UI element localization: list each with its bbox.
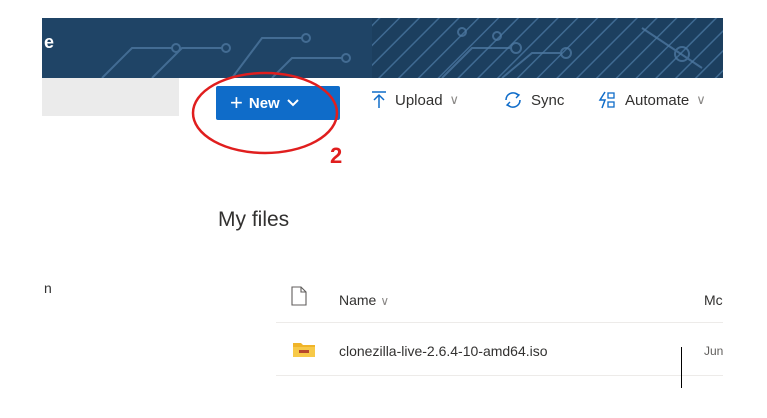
column-header-name-label: Name — [339, 292, 377, 308]
sync-label: Sync — [531, 91, 565, 109]
left-navigation — [42, 78, 179, 388]
chevron-down-icon: ∨ — [449, 92, 460, 107]
sync-icon — [505, 92, 521, 108]
upload-icon — [372, 91, 386, 108]
cursor-line — [681, 347, 682, 388]
column-header-modified[interactable]: Mc — [704, 292, 723, 308]
chevron-down-icon: ∨ — [380, 294, 390, 308]
nav-item-partial-label[interactable]: n — [44, 280, 52, 296]
file-name-link[interactable]: clonezilla-live-2.6.4-10-amd64.iso — [339, 343, 548, 359]
chevron-down-icon: ∨ — [696, 92, 706, 107]
onedrive-window: e n + New Upload ∨ Sync Automate ∨ My fi… — [42, 18, 723, 388]
divider — [276, 322, 723, 323]
upload-label: Upload — [395, 91, 443, 109]
circuit-pattern — [42, 18, 723, 78]
annotation-step-number: 2 — [330, 143, 343, 168]
automate-button[interactable]: Automate ∨ — [597, 91, 706, 109]
column-header-name[interactable]: Name ∨ — [339, 292, 389, 308]
sync-button[interactable]: Sync — [503, 91, 564, 109]
upload-button[interactable]: Upload ∨ — [371, 91, 459, 109]
nav-item-selected[interactable] — [42, 78, 179, 116]
app-title: e — [44, 32, 55, 52]
file-type-icon[interactable] — [291, 286, 307, 306]
annotation-ellipse — [191, 71, 339, 155]
automate-label: Automate — [625, 91, 690, 109]
page-title: My files — [218, 208, 290, 231]
suite-header: e — [42, 18, 723, 78]
automate-icon — [598, 91, 615, 109]
folder-zip-icon — [293, 343, 315, 357]
file-modified-date: Jun — [704, 344, 723, 358]
divider — [276, 375, 723, 376]
